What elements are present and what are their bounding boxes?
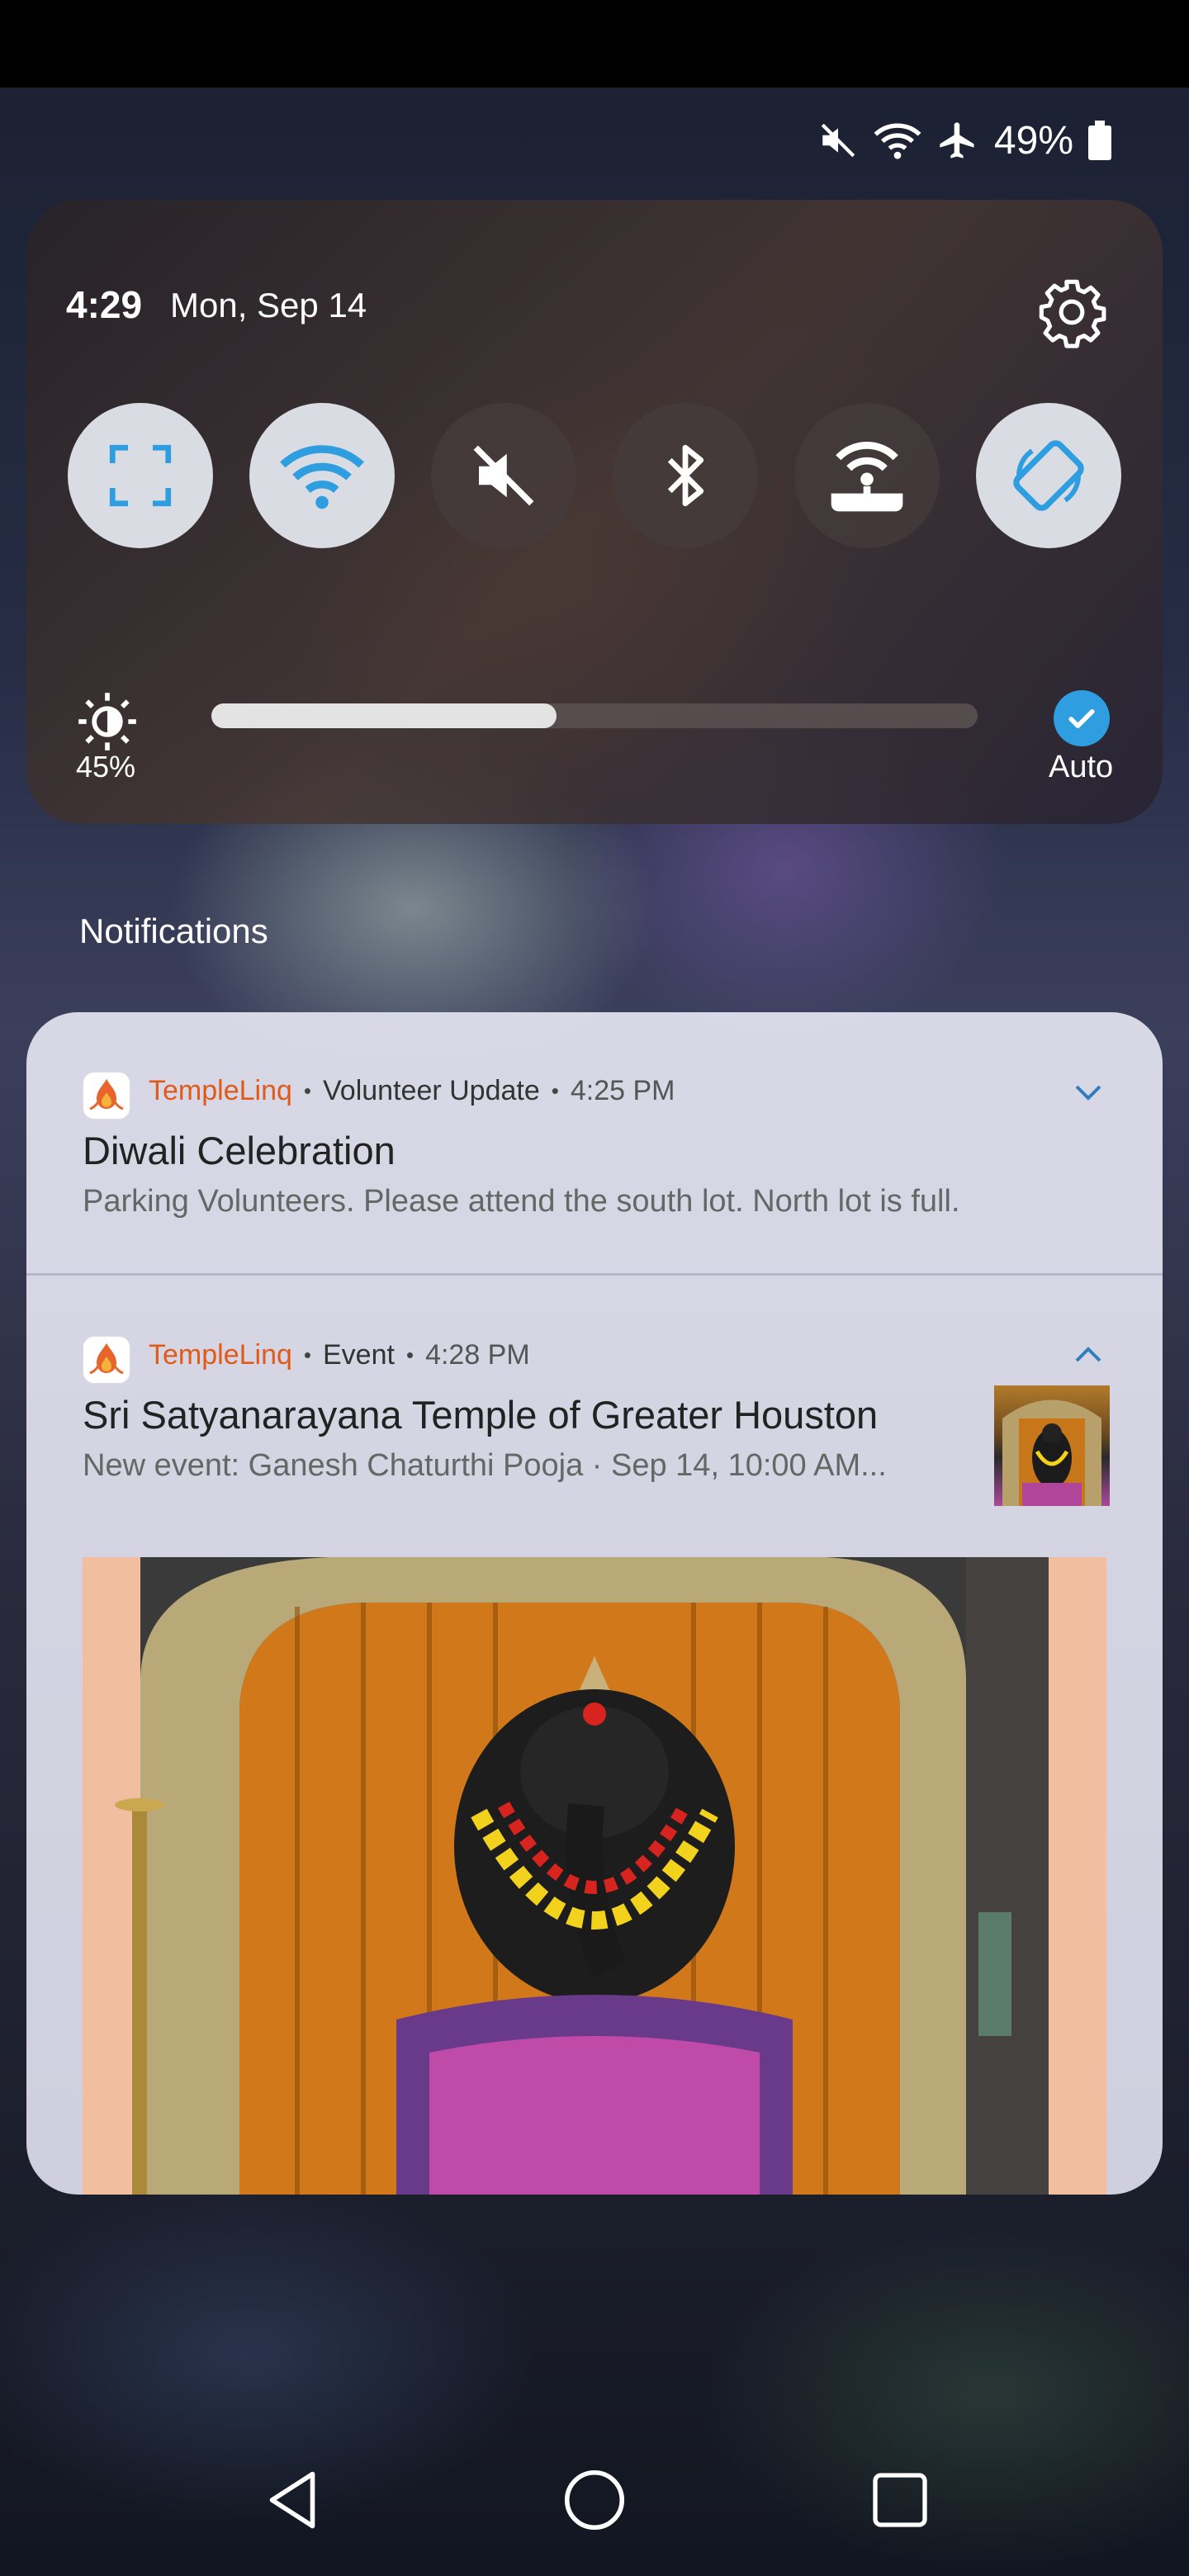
auto-brightness-checkbox[interactable] xyxy=(1054,690,1110,746)
brightness-slider-fill xyxy=(211,703,557,728)
tile-hotspot[interactable] xyxy=(794,403,940,548)
event-thumbnail-image xyxy=(994,1385,1110,1506)
expand-chevron-down-icon[interactable] xyxy=(1068,1072,1108,1111)
brightness-percent: 45% xyxy=(76,750,136,784)
mute-icon xyxy=(817,120,859,161)
screen-capture-icon xyxy=(109,444,172,507)
tile-auto-rotate[interactable] xyxy=(976,403,1121,548)
clock: 4:29 xyxy=(66,283,143,326)
notification-card: TempleLinq • Volunteer Update • 4:25 PM … xyxy=(26,1012,1163,2195)
settings-gear-icon[interactable] xyxy=(1035,276,1108,348)
date: Mon, Sep 14 xyxy=(170,286,367,324)
battery-icon xyxy=(1088,121,1111,160)
templelinq-app-icon xyxy=(83,1072,130,1120)
app-name: TempleLinq xyxy=(149,1339,292,1371)
status-bar: 49% xyxy=(817,116,1189,165)
top-black-bar xyxy=(0,0,1189,88)
templelinq-app-icon xyxy=(83,1336,130,1384)
separator-dot: • xyxy=(303,1078,311,1103)
notification-meta: TempleLinq • Volunteer Update • 4:25 PM xyxy=(149,1075,675,1107)
tile-wifi[interactable] xyxy=(249,403,395,548)
event-image[interactable] xyxy=(83,1557,1106,2195)
tile-bluetooth[interactable] xyxy=(613,403,758,548)
hotspot-icon xyxy=(831,442,903,512)
notification-body: New event: Ganesh Chaturthi Pooja · Sep … xyxy=(83,1448,887,1483)
divider xyxy=(26,1273,1163,1276)
notification-title: Diwali Celebration xyxy=(83,1129,396,1172)
bluetooth-icon xyxy=(667,444,704,507)
tile-screen-capture[interactable] xyxy=(68,403,213,548)
wifi-icon xyxy=(874,120,921,161)
notification-body: Parking Volunteers. Please attend the so… xyxy=(83,1184,960,1219)
brightness-slider[interactable] xyxy=(211,703,978,728)
notification-time: 4:25 PM xyxy=(570,1075,675,1106)
tile-sound[interactable] xyxy=(431,403,576,548)
channel-name: Volunteer Update xyxy=(323,1075,540,1106)
home-icon[interactable] xyxy=(555,2460,634,2540)
collapse-chevron-up-icon[interactable] xyxy=(1068,1336,1108,1376)
battery-percent: 49% xyxy=(993,118,1073,163)
rotate-icon xyxy=(1013,440,1084,511)
separator-dot: • xyxy=(303,1342,311,1367)
notifications-heading: Notifications xyxy=(79,912,268,950)
auto-brightness-label: Auto xyxy=(1049,750,1114,784)
notification-time: 4:28 PM xyxy=(425,1339,530,1371)
recents-icon[interactable] xyxy=(860,2460,940,2540)
airplane-icon xyxy=(936,119,979,162)
app-name: TempleLinq xyxy=(149,1075,292,1106)
back-icon[interactable] xyxy=(253,2460,332,2540)
mute-icon xyxy=(473,445,534,506)
wifi-icon xyxy=(280,445,364,509)
separator-dot: • xyxy=(551,1078,559,1103)
separator-dot: • xyxy=(405,1342,414,1367)
notification-title: Sri Satyanarayana Temple of Greater Hous… xyxy=(83,1393,879,1437)
check-icon xyxy=(1068,709,1095,728)
notification-meta: TempleLinq • Event • 4:28 PM xyxy=(149,1339,530,1371)
brightness-icon xyxy=(76,690,139,753)
channel-name: Event xyxy=(323,1339,395,1371)
